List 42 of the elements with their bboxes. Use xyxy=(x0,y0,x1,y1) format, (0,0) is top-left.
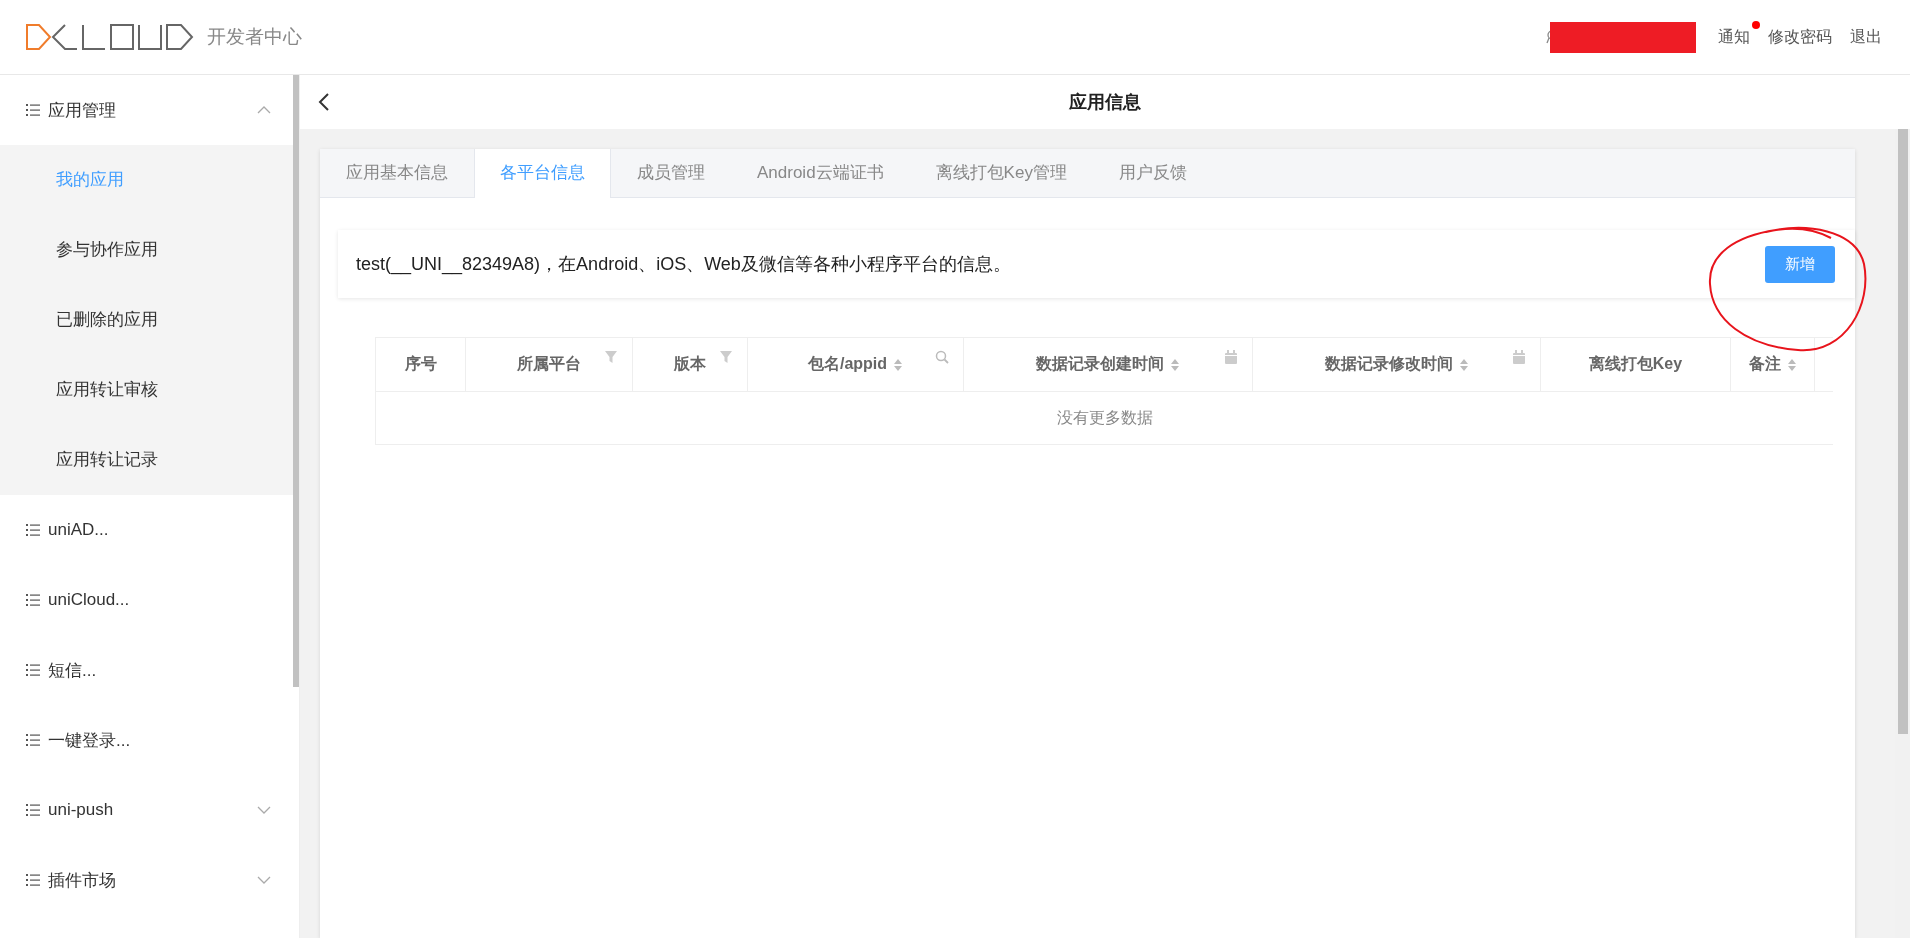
column-header: 序号 xyxy=(404,354,437,374)
column-header: 备注 xyxy=(1748,354,1781,374)
submenu-item[interactable]: 已删除的应用 xyxy=(0,285,293,355)
site-subtitle: 开发者中心 xyxy=(207,25,302,49)
submenu-item[interactable]: 应用转让审核 xyxy=(0,355,293,425)
description-text: test(__UNI__82349A8)，在Android、iOS、Web及微信等各种小程序平台的信息。 xyxy=(356,253,1012,276)
sidebar-item[interactable]: uniCloud... xyxy=(0,565,293,635)
column-header: 数据记录创建时间 xyxy=(1036,354,1164,374)
submenu-item[interactable]: 应用转让记录 xyxy=(0,425,293,495)
list-icon xyxy=(26,593,40,607)
sidebar-item[interactable]: uni-push xyxy=(0,775,293,845)
list-icon xyxy=(26,103,40,117)
header-link[interactable]: 退出 xyxy=(1842,22,1890,52)
list-icon xyxy=(26,663,40,677)
calendar-icon xyxy=(1224,350,1238,364)
scrollbar-thumb[interactable] xyxy=(293,75,299,687)
tab[interactable]: 成员管理 xyxy=(611,149,731,197)
sidebar-item[interactable]: 应用管理 xyxy=(0,75,293,145)
scrollbar-thumb[interactable] xyxy=(1897,129,1908,734)
sidebar-item[interactable]: 插件市场 xyxy=(0,845,293,915)
submenu-item[interactable]: 参与协作应用 xyxy=(0,215,293,285)
sidebar-item[interactable]: 短信... xyxy=(0,635,293,705)
list-icon xyxy=(26,873,40,887)
list-icon xyxy=(26,523,40,537)
header-link[interactable]: 修改密码 xyxy=(1760,22,1840,52)
page-title: 应用信息 xyxy=(1069,91,1141,114)
back-icon[interactable] xyxy=(318,92,330,112)
list-icon xyxy=(26,803,40,817)
column-header: 数据记录修改时间 xyxy=(1324,354,1453,374)
list-icon xyxy=(26,733,40,747)
sidebar-item[interactable]: 一键登录... xyxy=(0,705,293,775)
filter-icon xyxy=(719,350,733,364)
column-header: 包名/appid xyxy=(807,354,888,374)
header-link[interactable]: 通知 xyxy=(1710,22,1758,52)
column-header: 所属平台 xyxy=(517,354,581,374)
empty-message: 没有更多数据 xyxy=(1055,408,1154,428)
filter-icon xyxy=(604,350,618,364)
search-icon xyxy=(935,350,949,364)
column-header: 版本 xyxy=(674,354,706,374)
sidebar-item[interactable]: uniAD... xyxy=(0,495,293,565)
column-header: 离线打包Key xyxy=(1588,354,1683,374)
calendar-icon xyxy=(1512,350,1526,364)
